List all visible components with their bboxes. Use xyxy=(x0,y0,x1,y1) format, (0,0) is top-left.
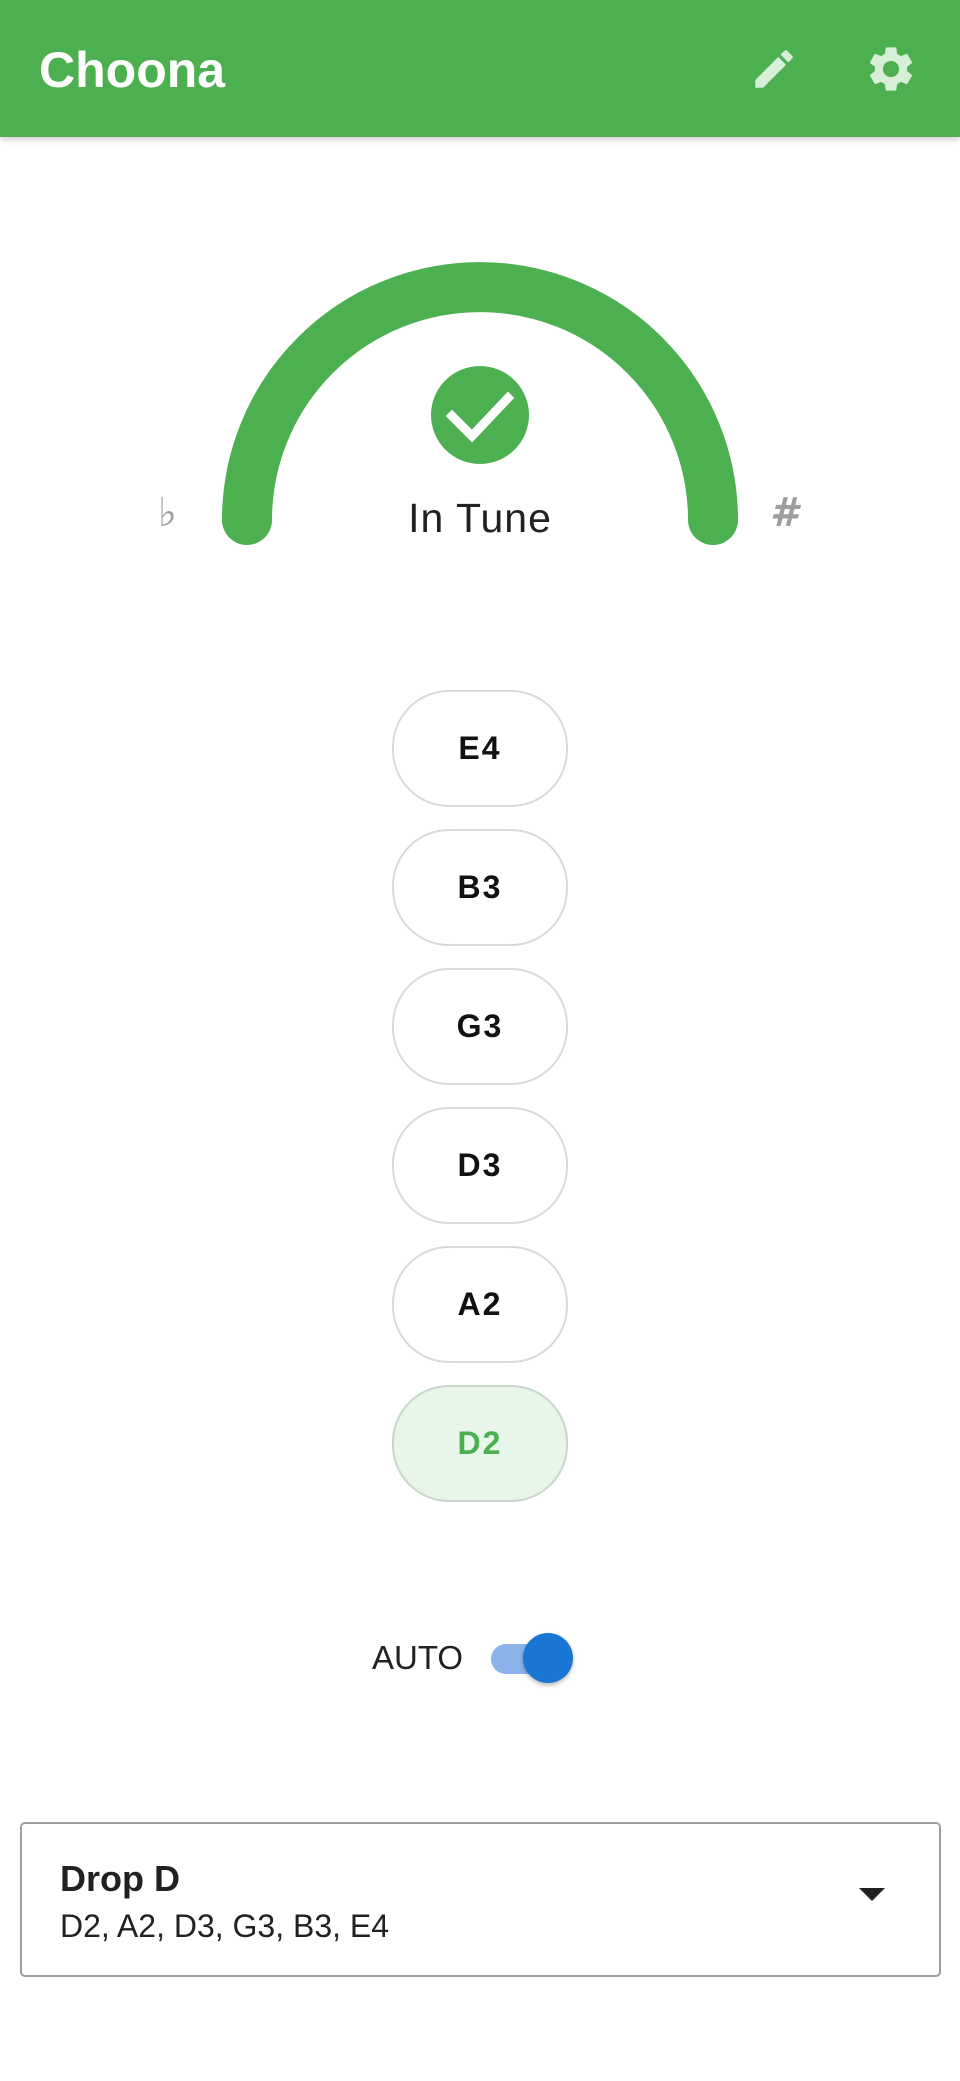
check-circle-icon xyxy=(431,366,529,464)
tuning-status-text: In Tune xyxy=(408,495,552,541)
sharp-indicator: # xyxy=(770,490,798,536)
auto-mode-label: AUTO xyxy=(372,1639,464,1676)
tuning-notes: D2, A2, D3, G3, B3, E4 xyxy=(60,1908,390,1944)
string-button-b3[interactable]: B3 xyxy=(392,829,568,946)
caret-down-icon xyxy=(859,1888,885,1901)
tuning-dropdown[interactable]: Drop D D2, A2, D3, G3, B3, E4 xyxy=(20,1822,941,1977)
string-button-e4[interactable]: E4 xyxy=(392,690,568,807)
tuning-name: Drop D xyxy=(60,1858,180,1899)
gear-icon xyxy=(869,47,913,91)
auto-mode-row: AUTO xyxy=(372,1630,574,1686)
string-button-a2[interactable]: A2 xyxy=(392,1246,568,1363)
string-button-d2[interactable]: D2 xyxy=(392,1385,568,1502)
string-button-d3[interactable]: D3 xyxy=(392,1107,568,1224)
auto-mode-switch[interactable] xyxy=(489,1630,574,1686)
app-bar: Choona xyxy=(0,0,960,137)
string-selector: E4 B3 G3 D3 A2 D2 xyxy=(392,690,568,1524)
string-button-g3[interactable]: G3 xyxy=(392,968,568,1085)
edit-tuning-button[interactable] xyxy=(743,38,805,100)
pencil-icon xyxy=(755,50,793,88)
flat-indicator: ♭ xyxy=(158,490,177,536)
app-title: Choona xyxy=(39,42,226,98)
switch-thumb xyxy=(523,1633,574,1683)
settings-button[interactable] xyxy=(860,38,922,100)
